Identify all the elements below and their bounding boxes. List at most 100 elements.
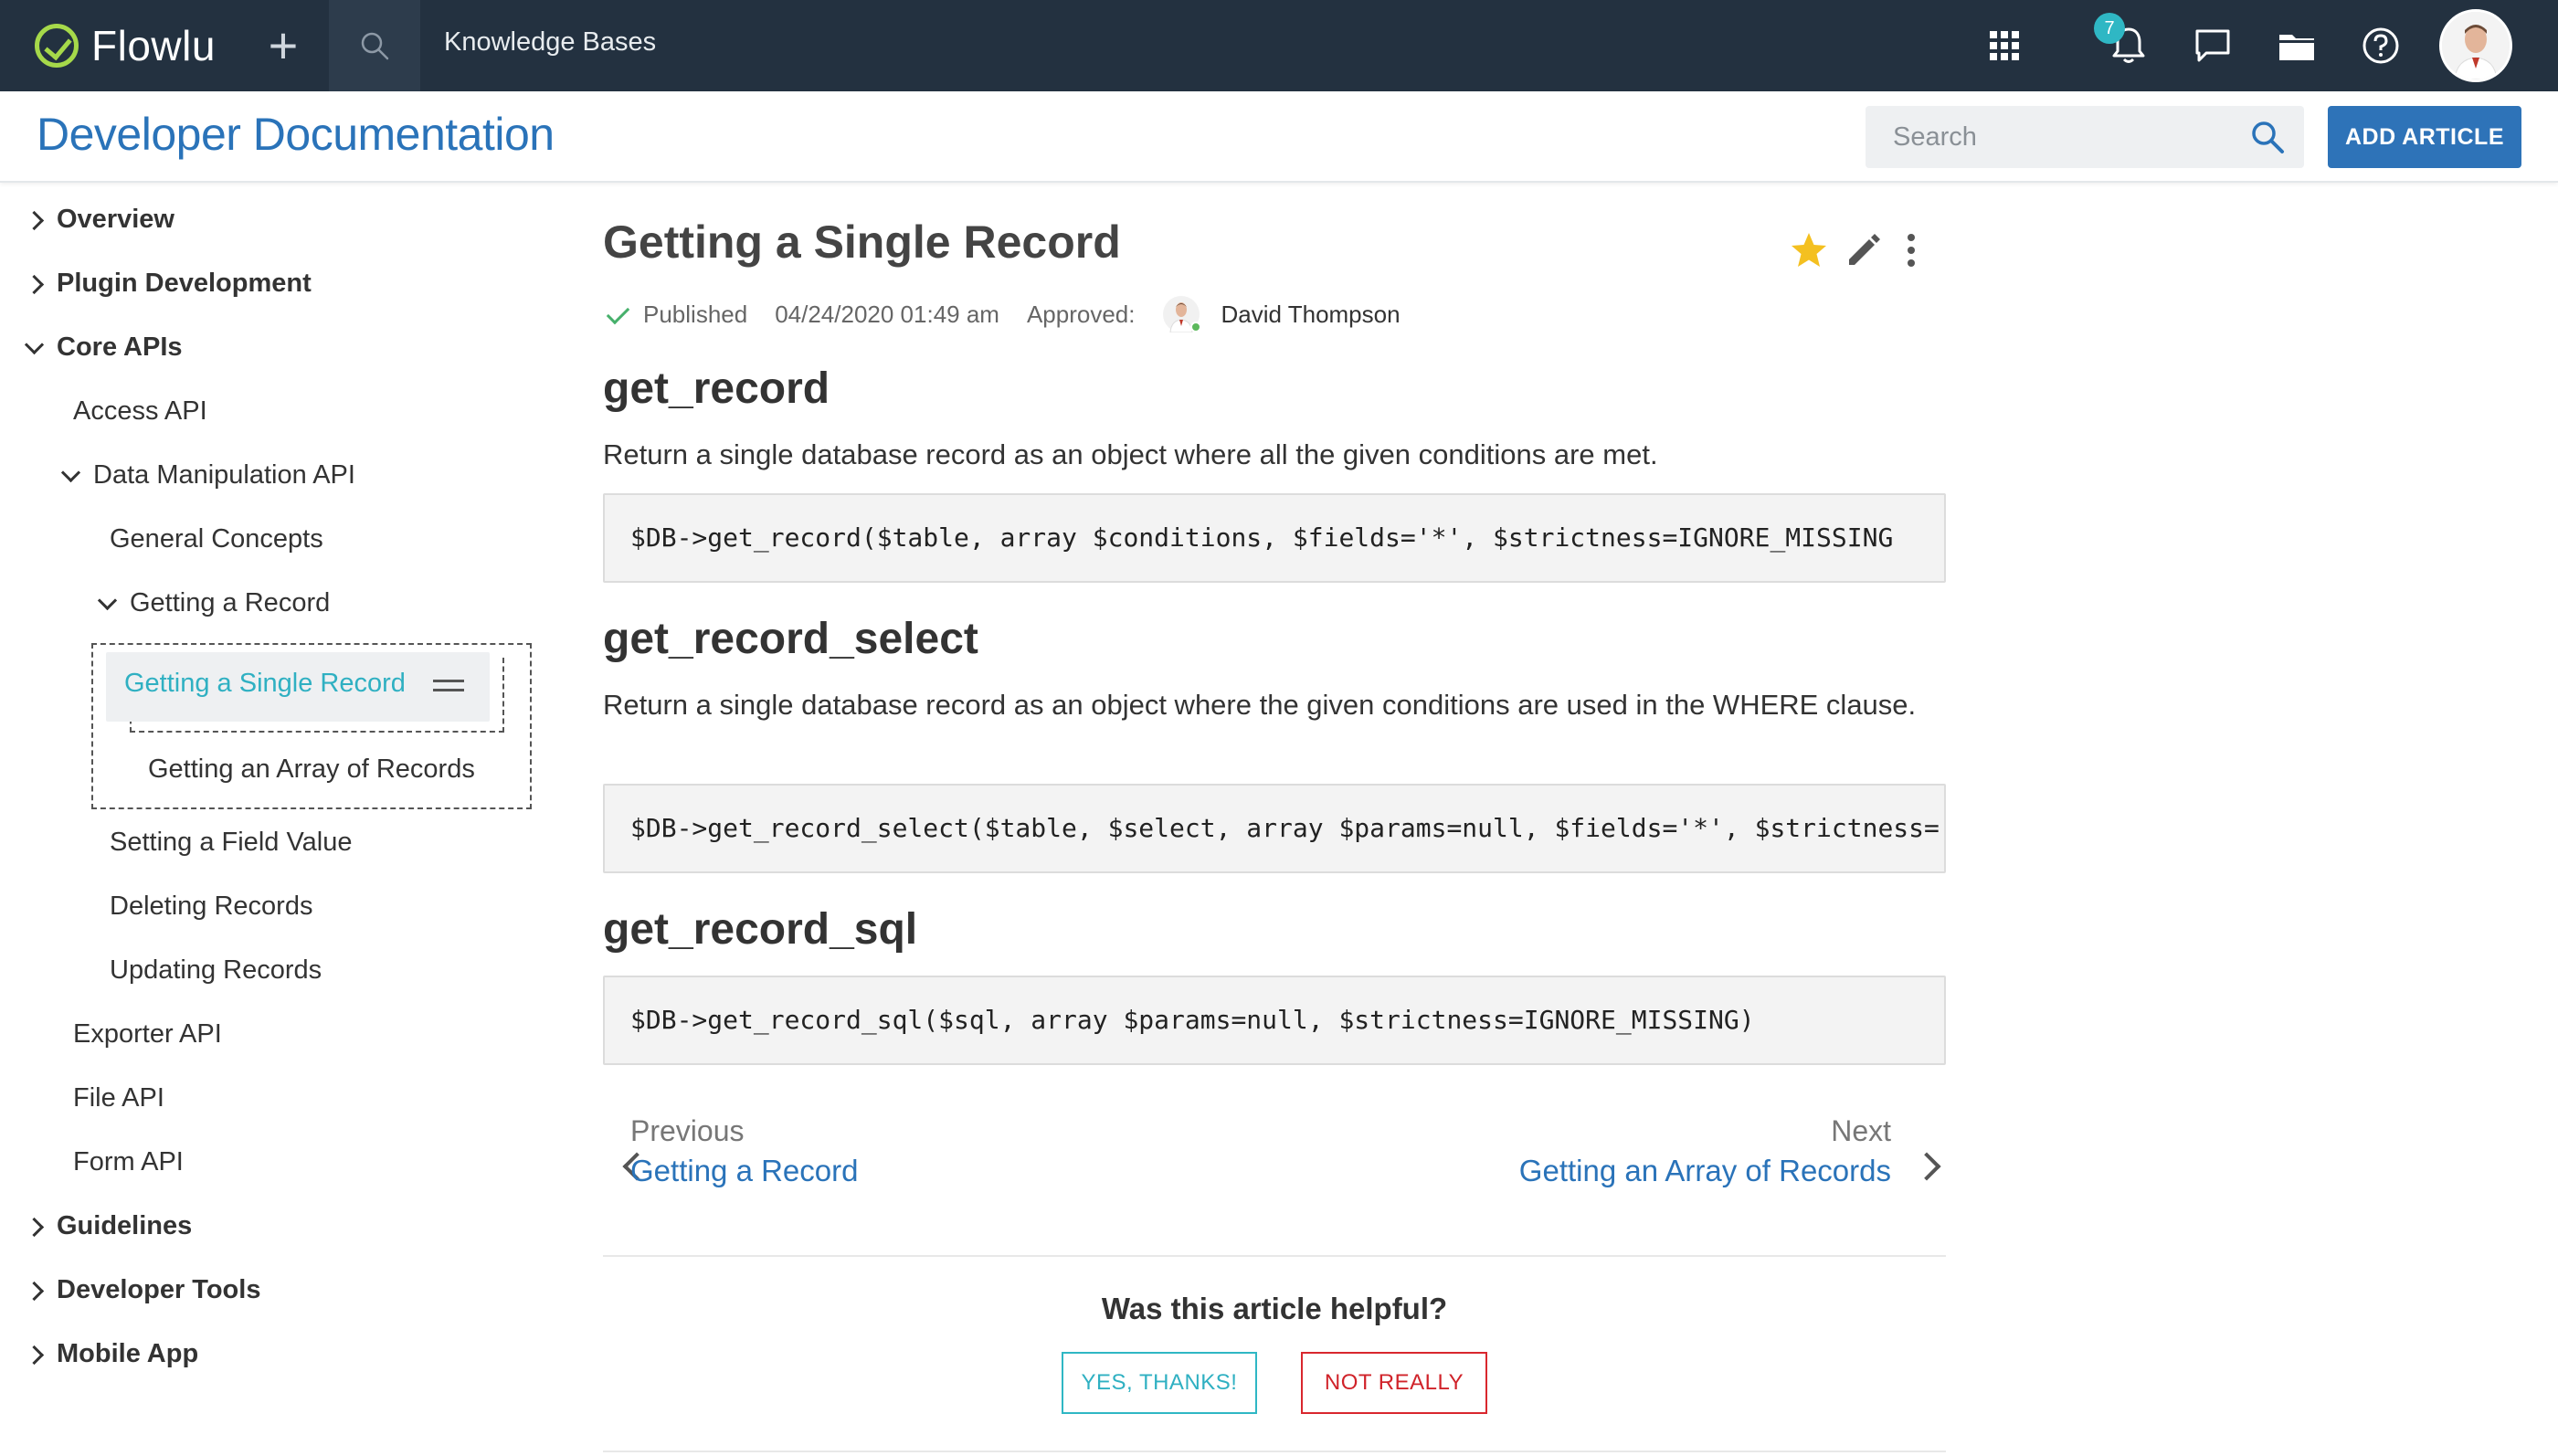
approved-label: Approved: [1026, 300, 1136, 328]
article-pagination: Previous Getting a Record Next Getting a… [603, 1114, 1946, 1206]
divider [603, 1451, 1946, 1452]
online-status-dot [1189, 322, 1201, 332]
add-article-button[interactable]: ADD ARTICLE [2328, 106, 2521, 168]
article-actions [1789, 230, 1944, 276]
chevron-right-icon[interactable] [20, 1341, 53, 1368]
next-label: Next [1831, 1114, 1891, 1147]
section-title: get_record_sql [603, 905, 918, 954]
sidebar-item-guidelines[interactable]: Guidelines [20, 1211, 192, 1241]
sidebar-item-label: Getting a Record [130, 588, 331, 617]
sidebar-item-core-apis[interactable]: Core APIs [20, 332, 183, 363]
sidebar-tree: Overview Plugin Development Core APIs Ac… [0, 183, 566, 1456]
article-title: Getting a Single Record [603, 216, 1121, 268]
chevron-down-icon[interactable] [20, 334, 53, 362]
app-logo[interactable]: Flowlu [35, 20, 216, 71]
sidebar-item-developer-tools[interactable]: Developer Tools [20, 1275, 260, 1305]
sidebar-item-form-api[interactable]: Form API [73, 1147, 184, 1177]
article-meta: Published 04/24/2020 01:49 am Approved: … [605, 296, 1401, 333]
code-block[interactable]: $DB->get_record_select($table, $select, … [603, 784, 1946, 873]
previous-article-link[interactable]: Previous Getting a Record [630, 1114, 858, 1188]
search-icon[interactable] [2249, 119, 2286, 155]
sidebar-item-label: Mobile App [57, 1339, 199, 1368]
sidebar-item-label: Deleting Records [110, 892, 313, 921]
sidebar-item-label: Form API [73, 1147, 184, 1176]
sidebar-item-label-active[interactable]: Getting a Single Record [124, 669, 406, 699]
sidebar-item-label: Guidelines [57, 1211, 193, 1240]
sidebar-item-data-manipulation-api[interactable]: Data Manipulation API [57, 460, 355, 491]
next-article-link[interactable]: Next Getting an Array of Records [1519, 1114, 1891, 1188]
article-search [1866, 106, 2304, 168]
code-block[interactable]: $DB->get_record($table, array $condition… [603, 493, 1946, 583]
previous-label: Previous [630, 1114, 745, 1147]
code-text: $DB->get_record_sql($sql, array $params=… [630, 1005, 1755, 1035]
logo-check-icon [35, 24, 79, 68]
page-header: Developer Documentation ADD ARTICLE [0, 91, 2558, 183]
drag-handle-icon[interactable] [433, 680, 464, 694]
logo-text: Flowlu [91, 22, 216, 69]
global-search-button[interactable] [329, 0, 420, 91]
section-title: get_record [603, 364, 830, 413]
approver-avatar[interactable] [1162, 296, 1201, 333]
sidebar-item-label: Exporter API [73, 1019, 222, 1049]
chevron-down-icon[interactable] [57, 462, 90, 490]
feedback-yes-button[interactable]: YES, THANKS! [1062, 1352, 1257, 1414]
folder-icon[interactable] [2273, 22, 2320, 69]
code-text: $DB->get_record_select($table, $select, … [630, 813, 1940, 843]
sidebar-item-plugin-development[interactable]: Plugin Development [20, 269, 312, 299]
search-input[interactable] [1866, 106, 2231, 168]
sidebar-item-label: Setting a Field Value [110, 828, 353, 857]
page-title: Developer Documentation [37, 109, 555, 160]
sidebar-item-label: Data Manipulation API [93, 460, 355, 490]
help-icon[interactable] [2357, 22, 2405, 69]
section-description: Return a single database record as an ob… [603, 438, 1658, 470]
sidebar-item-setting-field-value[interactable]: Setting a Field Value [110, 828, 352, 858]
user-avatar[interactable] [2439, 9, 2512, 82]
top-navigation-bar: Flowlu + Knowledge Bases 7 [0, 0, 2558, 91]
section-description: Return a single database record as an ob… [603, 689, 1917, 721]
code-text: $DB->get_record($table, array $condition… [630, 522, 1894, 553]
apps-grid-icon[interactable] [1981, 22, 2028, 69]
article-date: 04/24/2020 01:49 am [775, 300, 999, 328]
sidebar-item-access-api[interactable]: Access API [73, 396, 207, 427]
status-badge: Published [643, 300, 748, 328]
sidebar-item-deleting-records[interactable]: Deleting Records [110, 892, 312, 922]
star-icon[interactable] [1789, 230, 1829, 270]
chevron-right-icon[interactable] [1917, 1153, 1942, 1178]
sidebar-item-label: Core APIs [57, 332, 183, 362]
pencil-icon[interactable] [1844, 230, 1884, 270]
sidebar-item-label: Overview [57, 205, 174, 234]
approver-name[interactable]: David Thompson [1221, 301, 1401, 329]
previous-title[interactable]: Getting a Record [630, 1154, 858, 1188]
more-vertical-icon[interactable] [1902, 230, 1920, 270]
sidebar-item-label: Access API [73, 396, 207, 426]
next-title[interactable]: Getting an Array of Records [1519, 1154, 1891, 1188]
sidebar-item-label: Plugin Development [57, 269, 312, 298]
divider [603, 1255, 1946, 1257]
chevron-right-icon[interactable] [20, 206, 53, 234]
sidebar-item-overview[interactable]: Overview [20, 205, 174, 235]
notification-badge: 7 [2094, 13, 2125, 44]
sidebar-item-label: Developer Tools [57, 1275, 261, 1304]
section-label[interactable]: Knowledge Bases [444, 27, 656, 58]
plus-icon[interactable]: + [254, 20, 312, 71]
published-check-icon [605, 301, 632, 328]
section-title: get_record_select [603, 615, 978, 663]
chat-icon[interactable] [2189, 22, 2236, 69]
sidebar-item-mobile-app[interactable]: Mobile App [20, 1339, 198, 1369]
chevron-down-icon[interactable] [93, 590, 126, 617]
sidebar-item-file-api[interactable]: File API [73, 1083, 164, 1113]
code-block[interactable]: $DB->get_record_sql($sql, array $params=… [603, 976, 1946, 1065]
sidebar-item-general-concepts[interactable]: General Concepts [110, 524, 323, 554]
feedback-no-button[interactable]: NOT REALLY [1301, 1352, 1487, 1414]
sidebar-item-label: Getting an Array of Records [148, 754, 475, 784]
sidebar-item-getting-a-record[interactable]: Getting a Record [93, 588, 330, 618]
sidebar-item-updating-records[interactable]: Updating Records [110, 955, 322, 986]
sidebar-item-getting-array-records[interactable]: Getting an Array of Records [148, 754, 475, 785]
chevron-right-icon[interactable] [20, 270, 53, 298]
sidebar-item-exporter-api[interactable]: Exporter API [73, 1019, 222, 1050]
sidebar-item-label: Updating Records [110, 955, 322, 985]
search-icon [361, 32, 389, 60]
sidebar-item-label: General Concepts [110, 524, 323, 554]
chevron-right-icon[interactable] [20, 1213, 53, 1240]
chevron-right-icon[interactable] [20, 1277, 53, 1304]
